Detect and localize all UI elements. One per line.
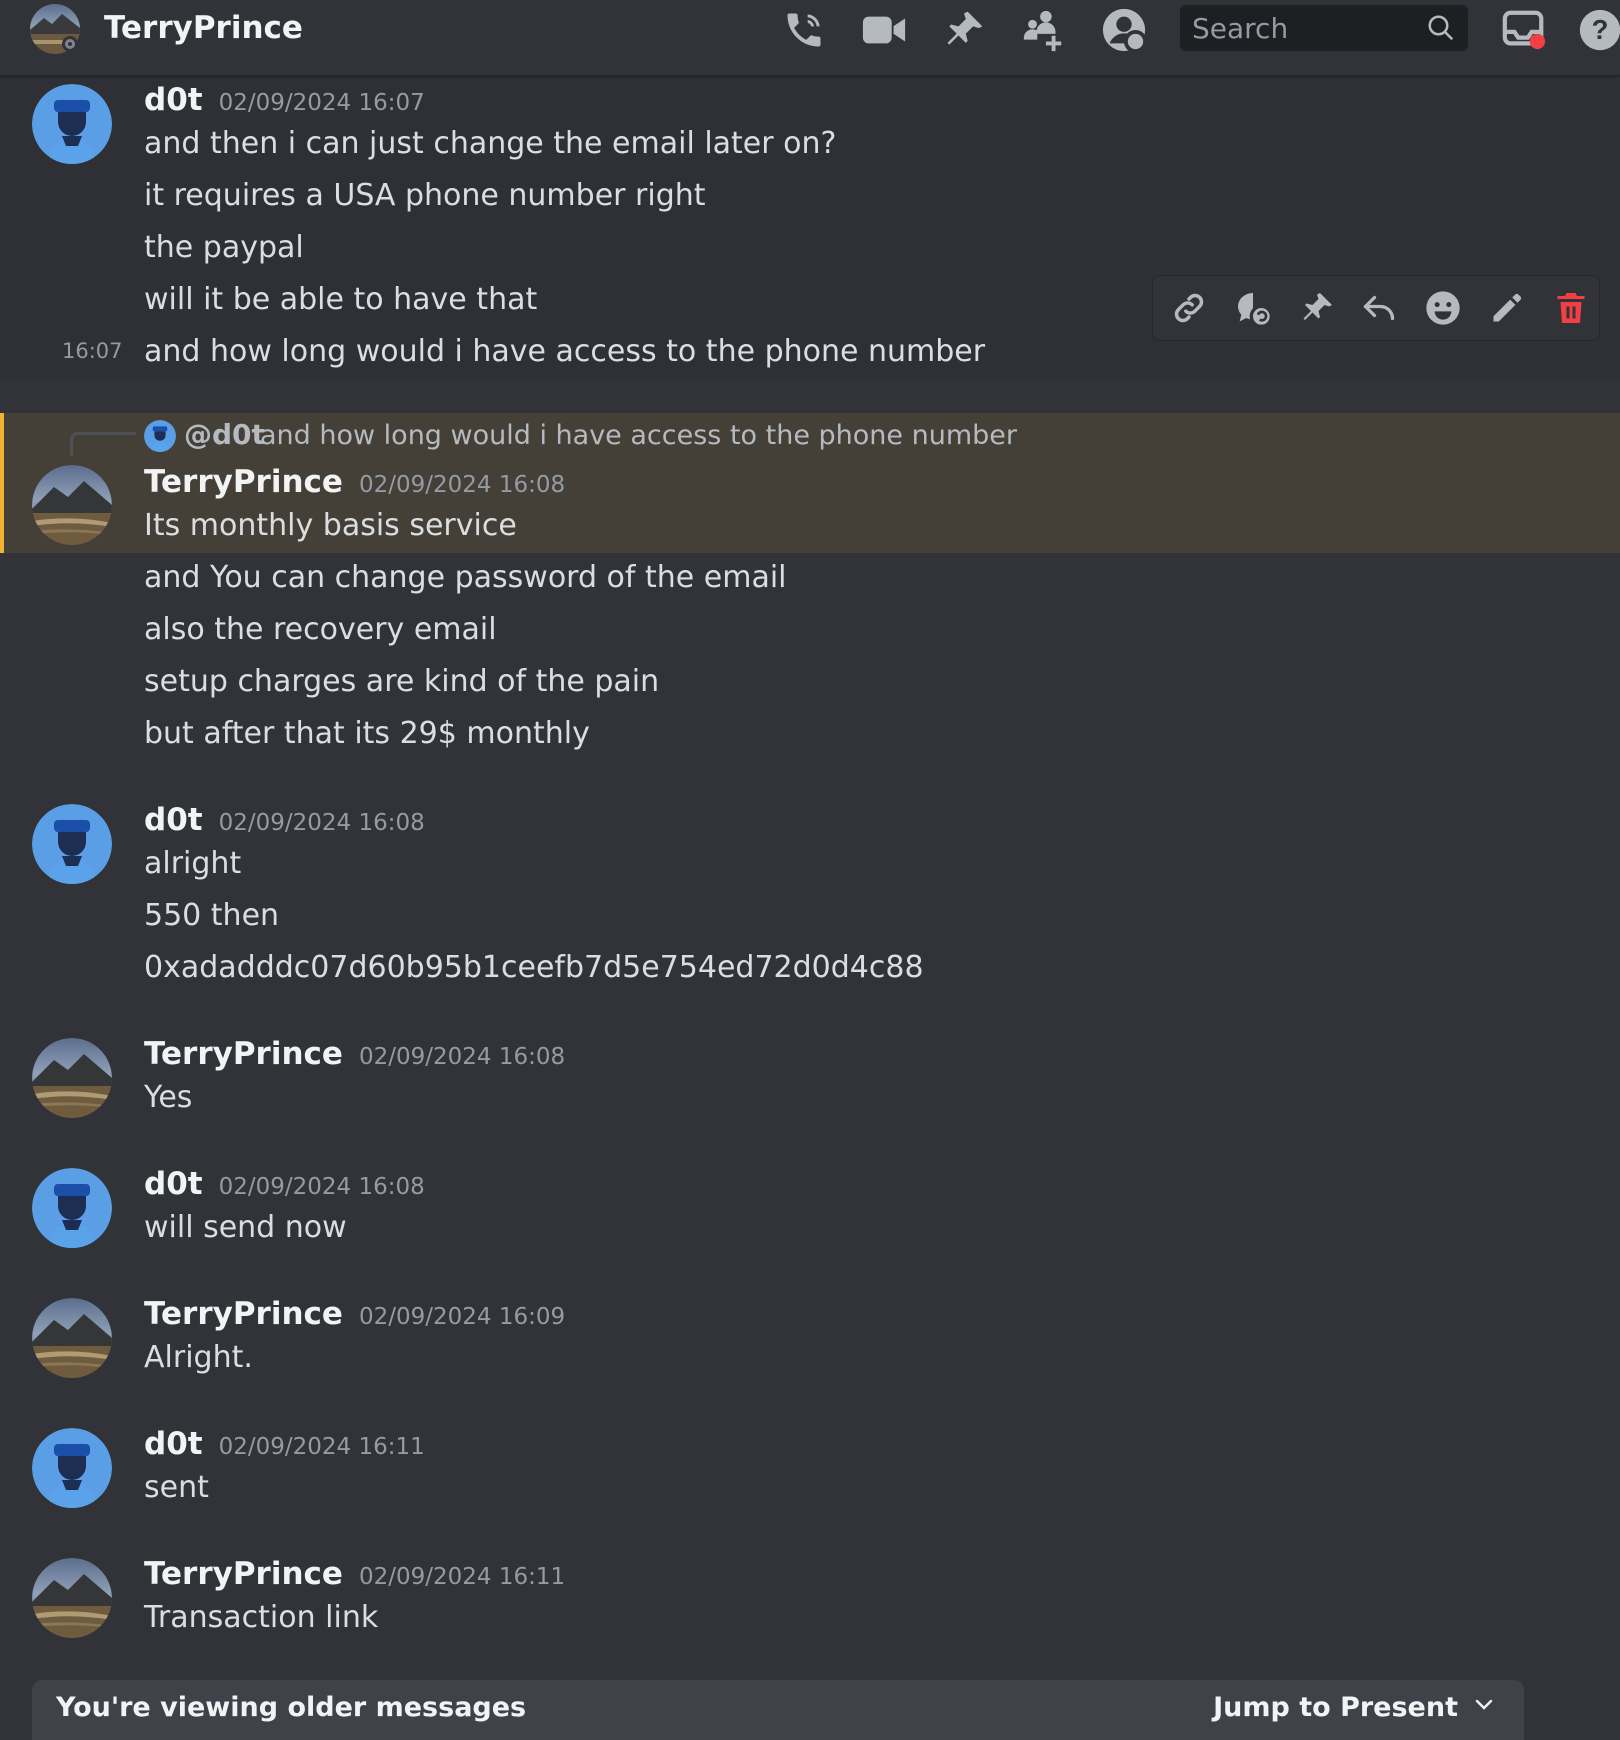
message-content: it requires a USA phone number right: [144, 178, 706, 213]
author-name[interactable]: d0t: [144, 1426, 203, 1462]
message-content: Transaction link: [144, 1600, 379, 1635]
mention-bar: [0, 413, 4, 553]
message-timestamp: 02/09/2024 16:11: [218, 1434, 425, 1460]
search-input[interactable]: Search: [1180, 5, 1468, 51]
message-content: and how long would i have access to the …: [144, 334, 986, 369]
message-author[interactable]: TerryPrince 02/09/2024 16:08: [144, 1036, 565, 1072]
message-timestamp: 02/09/2024 16:09: [358, 1304, 566, 1330]
hover-timestamp: 16:07: [62, 339, 123, 363]
message-content: alright: [144, 846, 242, 881]
chevron-down-icon: [1472, 1692, 1496, 1723]
add-member-icon[interactable]: [1020, 6, 1068, 54]
page-title: TerryPrince: [104, 10, 303, 46]
avatar[interactable]: [32, 1558, 112, 1638]
help-icon[interactable]: ?: [1576, 6, 1620, 54]
edit-icon[interactable]: [1485, 286, 1529, 330]
avatar[interactable]: [32, 1038, 112, 1118]
message-content: Yes: [144, 1080, 193, 1115]
message-content: 0xadadddc07d60b95b1ceefb7d5e754ed72d0d4c…: [144, 950, 924, 985]
message-content: and You can change password of the email: [144, 560, 787, 595]
message-content: and then i can just change the email lat…: [144, 126, 837, 161]
search-icon: [1426, 13, 1456, 50]
author-name[interactable]: d0t: [144, 1166, 203, 1202]
jump-to-present-button[interactable]: Jump to Present: [1213, 1692, 1496, 1723]
user-profile-icon[interactable]: [1100, 6, 1148, 54]
message-content: sent: [144, 1470, 209, 1505]
message-content: the paypal: [144, 230, 304, 265]
emoji-icon[interactable]: [1421, 286, 1465, 330]
message-content: will it be able to have that: [144, 282, 538, 317]
author-name[interactable]: TerryPrince: [144, 464, 343, 500]
author-name[interactable]: d0t: [144, 82, 203, 118]
reply-icon[interactable]: [1357, 286, 1401, 330]
message-timestamp: 02/09/2024 16:08: [218, 810, 425, 836]
author-name[interactable]: d0t: [144, 802, 203, 838]
message-actions-toolbar: [1152, 275, 1600, 341]
thread-icon[interactable]: [1231, 286, 1275, 330]
message-author[interactable]: d0t 02/09/2024 16:08: [144, 1166, 425, 1202]
message-author[interactable]: TerryPrince 02/09/2024 16:09: [144, 1296, 565, 1332]
message-author[interactable]: TerryPrince 02/09/2024 16:08: [144, 464, 565, 500]
pin-icon[interactable]: [940, 6, 988, 54]
search-placeholder: Search: [1192, 11, 1289, 45]
message-timestamp: 02/09/2024 16:08: [358, 1044, 566, 1070]
message-content: Alright.: [144, 1340, 253, 1375]
author-name[interactable]: TerryPrince: [144, 1556, 343, 1592]
inbox-icon[interactable]: [1500, 6, 1548, 54]
jump-label: Jump to Present: [1213, 1692, 1458, 1723]
avatar[interactable]: [32, 804, 112, 884]
delete-icon[interactable]: [1549, 286, 1593, 330]
message-timestamp: 02/09/2024 16:11: [358, 1564, 566, 1590]
avatar[interactable]: [32, 1298, 112, 1378]
message-author[interactable]: d0t 02/09/2024 16:11: [144, 1426, 425, 1462]
pin-icon[interactable]: [1295, 286, 1339, 330]
message-content: also the recovery email: [144, 612, 497, 647]
video-icon[interactable]: [860, 6, 908, 54]
message-content: setup charges are kind of the pain: [144, 664, 660, 699]
channel-header: TerryPrince Search ?: [0, 0, 1620, 76]
message-content: Its monthly basis service: [144, 508, 517, 543]
avatar[interactable]: [32, 465, 112, 545]
message-author[interactable]: d0t 02/09/2024 16:08: [144, 802, 425, 838]
avatar[interactable]: [32, 1428, 112, 1508]
message-content: will send now: [144, 1210, 347, 1245]
message-timestamp: 02/09/2024 16:07: [218, 90, 425, 116]
svg-text:?: ?: [1592, 14, 1609, 45]
call-icon[interactable]: [780, 6, 828, 54]
avatar[interactable]: [32, 84, 112, 164]
message-timestamp: 02/09/2024 16:08: [358, 472, 566, 498]
author-name[interactable]: TerryPrince: [144, 1036, 343, 1072]
message-timestamp: 02/09/2024 16:08: [218, 1174, 425, 1200]
message-content: 550 then: [144, 898, 280, 933]
link-icon[interactable]: [1167, 286, 1211, 330]
older-messages-bar: You're viewing older messages Jump to Pr…: [32, 1680, 1524, 1740]
avatar[interactable]: [32, 1168, 112, 1248]
reply-avatar[interactable]: [144, 420, 176, 452]
message-author[interactable]: d0t 02/09/2024 16:07: [144, 82, 425, 118]
reply-mention[interactable]: @d0t: [184, 418, 265, 451]
older-messages-notice: You're viewing older messages: [56, 1692, 527, 1723]
message-author[interactable]: TerryPrince 02/09/2024 16:11: [144, 1556, 565, 1592]
message-content: but after that its 29$ monthly: [144, 716, 590, 751]
status-indicator: [62, 36, 78, 52]
reply-spine: [70, 432, 136, 456]
reply-preview[interactable]: and how long would i have access to the …: [260, 420, 1017, 451]
author-name[interactable]: TerryPrince: [144, 1296, 343, 1332]
